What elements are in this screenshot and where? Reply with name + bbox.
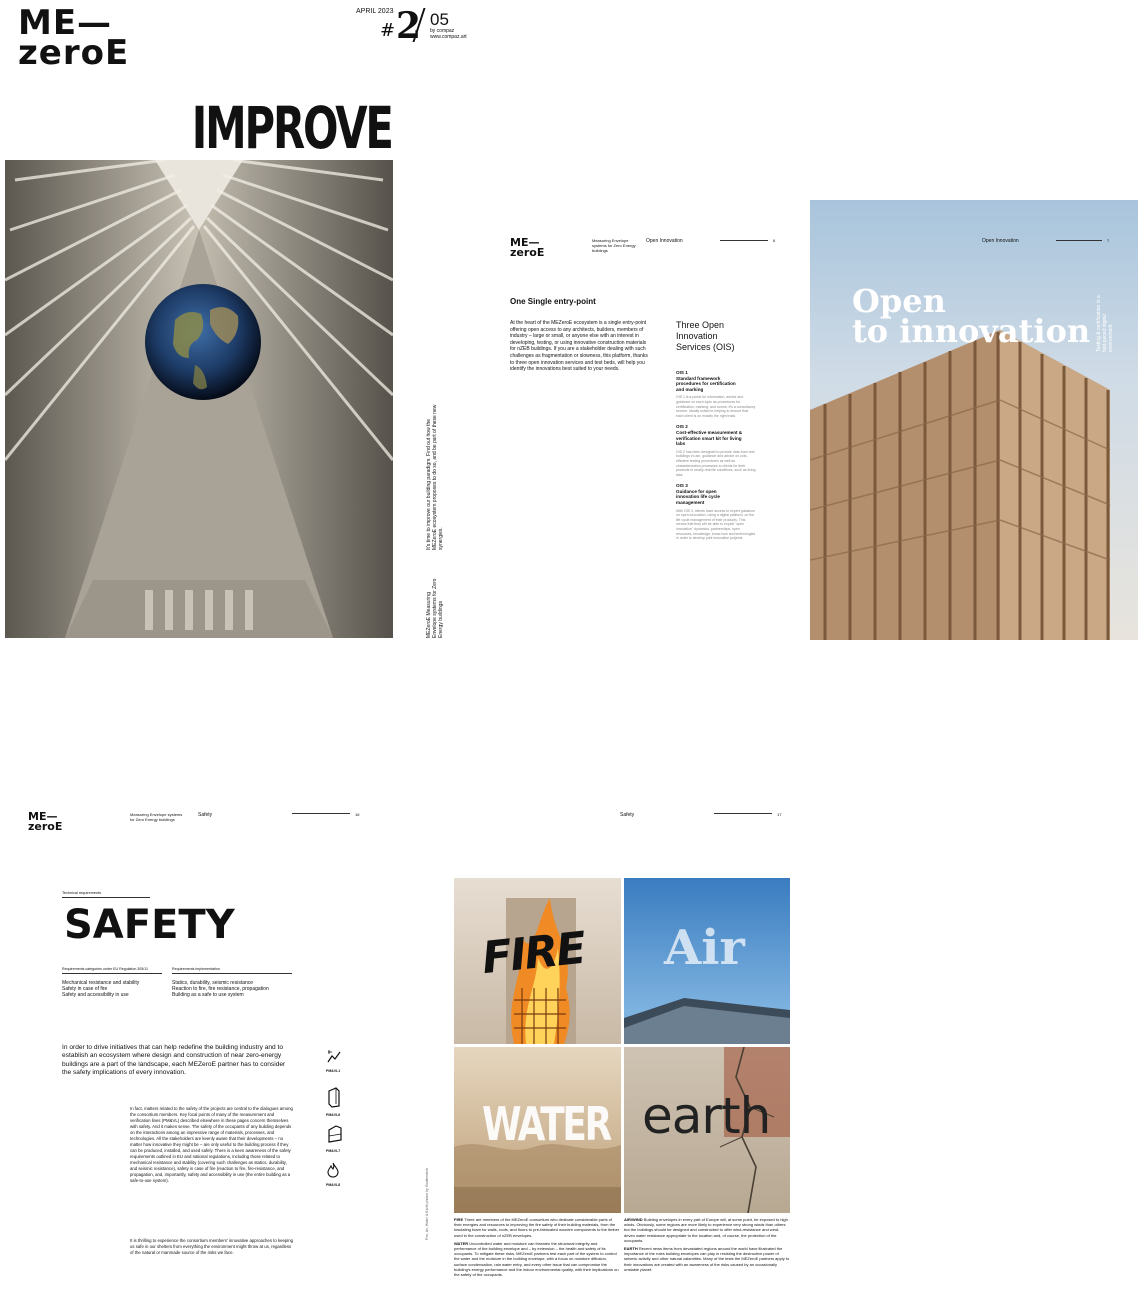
ois-item: OIS 1 Standard framework procedures for … xyxy=(676,370,756,418)
ois-text: OIS 2 has been designed to provide data … xyxy=(676,449,756,477)
photo-credit: Fire, Air, Water & Earth photos by Shutt… xyxy=(425,1167,429,1240)
page-number: 6 xyxy=(773,238,776,243)
header-rule xyxy=(292,813,350,814)
cover-side-footer: MEZeroE Measuring Envelope systems for Z… xyxy=(426,578,444,638)
tile-word: earth xyxy=(642,1087,771,1145)
kicker-rule xyxy=(62,897,150,898)
tile-fire: FIRE xyxy=(454,878,621,1044)
lead-paragraph: In order to drive initiatives that can h… xyxy=(62,1044,286,1077)
cover-side-text: It's time to improve our building paradi… xyxy=(426,404,444,550)
body-text: At the heart of the MEZeroE ecosystem is… xyxy=(510,320,648,373)
open-title: Open to innovation xyxy=(852,282,1091,350)
section-heading: One Single entry-point xyxy=(510,297,596,306)
section-name: Safety xyxy=(198,812,213,818)
page-logo: ME— zeroE xyxy=(510,236,545,259)
issue-hash: # xyxy=(380,20,396,41)
table-header-implementation: Requirements implementation xyxy=(172,967,220,971)
cover-logo: ME— zeroE xyxy=(18,3,130,73)
panel-icon xyxy=(328,1087,340,1108)
caption: AIR/WIND Building envelopes in every par… xyxy=(624,1217,788,1243)
pmvl-item: PM&VL6 xyxy=(326,1086,350,1124)
table-column-implementation: Statics, durability, seismic resistance … xyxy=(172,980,269,998)
earthquake-icon xyxy=(327,1050,341,1063)
issue-block: APRIL 2023 # 2 05 by compaz www.compaz.ar… xyxy=(356,8,476,50)
running-head: Measuring Envelope systems for Zero Ener… xyxy=(592,238,636,253)
pmvl-icon-column: PM&VL1 PM&VL6 PM&VL7 PM&VL8 xyxy=(326,1048,350,1200)
kicker: Technical requirements xyxy=(62,891,102,895)
body-paragraph: It is thrilling to experience the consor… xyxy=(130,1238,293,1255)
flame-icon xyxy=(327,1162,339,1178)
pmvl-item: PM&VL8 xyxy=(326,1162,350,1200)
ois-text: OIS 1 is a portal for information, advic… xyxy=(676,395,756,418)
running-head: Measuring Envelope systems for Zero Ener… xyxy=(130,812,183,822)
frame-icon xyxy=(328,1125,342,1143)
ois-item: OIS 3 Guidance for open innovation life … xyxy=(676,483,756,541)
pmvl-item: PM&VL7 xyxy=(326,1124,350,1162)
ois-heading: Cost-effective measurement & verificatio… xyxy=(676,429,743,447)
table-rule xyxy=(172,973,292,974)
caption: WATER Uncontrolled water and moisture ca… xyxy=(454,1240,619,1278)
ois-heading: Guidance for open innovation life cycle … xyxy=(676,488,720,506)
table-header-categories: Requirements categories under EU Regulat… xyxy=(62,967,149,971)
section-name: Open Innovation xyxy=(982,238,1019,244)
header-rule xyxy=(714,813,772,814)
table-cell: Safety and accessibility in use xyxy=(62,992,129,998)
page-logo: ME— zeroE xyxy=(28,810,63,833)
caption: EARTH Recent news items from devastated … xyxy=(624,1246,790,1272)
tile-earth: earth xyxy=(624,1047,790,1213)
tile-word: FIRE xyxy=(479,922,587,985)
tile-word: Air xyxy=(664,920,745,976)
caption: FIRE There are members of the MEZeroE co… xyxy=(454,1217,620,1238)
open-innovation-left-page: ME— zeroE Measuring Envelope systems for… xyxy=(502,200,802,640)
table-rule xyxy=(62,973,162,974)
safety-title: SAFETY xyxy=(64,902,235,948)
pmvl-label: PM&VL1 xyxy=(326,1069,341,1073)
cover-headline: IMPROVE xyxy=(192,94,394,162)
page-number: 17 xyxy=(777,812,782,817)
ois-text: With OIS 3, clients have access to exper… xyxy=(676,508,756,541)
open-innovation-right-page: Open Innovation 7 Open to innovation Tes… xyxy=(810,200,1138,640)
section-name: Open Innovation xyxy=(646,238,683,244)
page-number: 16 xyxy=(355,812,360,817)
tile-air: Air xyxy=(624,878,790,1044)
tile-word: WATER xyxy=(482,1097,612,1151)
ois-title: Three Open Innovation Services (OIS) xyxy=(676,320,735,352)
pmvl-label: PM&VL6 xyxy=(326,1113,341,1117)
header-rule xyxy=(1056,240,1102,241)
header-rule xyxy=(720,240,768,241)
pmvl-label: PM&VL8 xyxy=(326,1183,341,1187)
issue-byline: by compaz www.compaz.art xyxy=(430,28,467,40)
caption-column-left: FIRE There are members of the MEZeroE co… xyxy=(454,1217,620,1277)
table-cell: Building as a safe to use system xyxy=(172,992,244,998)
issue-date: APRIL 2023 xyxy=(356,8,394,15)
cover-photo-vault-with-globe xyxy=(5,160,393,638)
issue-total: 05 xyxy=(430,10,449,29)
vault-illustration xyxy=(5,160,393,638)
pmvl-item: PM&VL1 xyxy=(326,1048,350,1086)
pmvl-label: PM&VL7 xyxy=(326,1149,341,1153)
ois-item: OIS 2 Cost-effective measurement & verif… xyxy=(676,424,756,477)
tile-water: WATER xyxy=(454,1047,621,1213)
page-number: 7 xyxy=(1107,238,1110,243)
body-paragraph: In fact, matters related to the safety o… xyxy=(130,1106,293,1183)
table-column-categories: Mechanical resistance and stability Safe… xyxy=(62,980,139,998)
open-side-caption: Testing & certification in a fast-paced … xyxy=(1096,295,1114,352)
caption-column-right: AIR/WIND Building envelopes in every par… xyxy=(624,1217,790,1272)
ois-list: OIS 1 Standard framework procedures for … xyxy=(676,370,756,541)
ois-heading: Standard framework procedures for certif… xyxy=(676,375,736,392)
section-name: Safety xyxy=(620,812,635,818)
